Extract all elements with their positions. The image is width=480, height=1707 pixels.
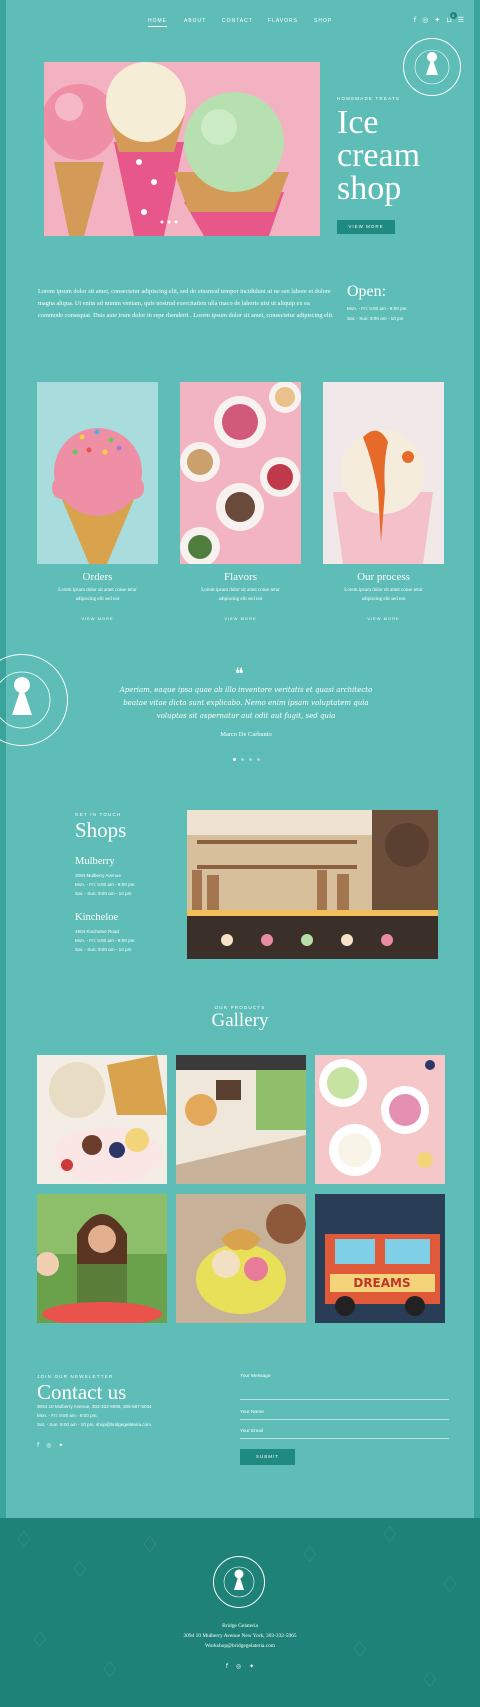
orders-card-text: Lorem ipsum dolor sit amet conse tetur a… [58,588,137,602]
flavors-image [180,382,301,564]
process-view-more-link[interactable]: View more [323,616,444,621]
submit-button[interactable]: Submit [240,1449,295,1465]
page-frame: Home About Contact Flavors Shop f ◎ ✦ ⊔ 0… [0,0,474,1518]
contact-subtitle: Join our newsletter [37,1374,114,1379]
twitter-icon[interactable]: ✦ [249,1663,254,1670]
gallery-image[interactable]: DREAMS [315,1194,445,1323]
footer-email[interactable]: Workshop@bridgegelateria.com [0,1642,480,1651]
open-hours-weekend: Sat. - Sun: 9:00 am - 10 pm [347,316,404,321]
quote-icon: ❝ [235,666,244,683]
shop-kincheloe-hours: Mon. - Fri: 9:00 am - 8:00 pm [75,938,135,943]
message-field[interactable]: Your Message [240,1374,271,1379]
contact-info-line: Sat. - Sun: 9:00 am - 10 pm, shop@bridge… [37,1422,151,1427]
contact-title: Contact us [37,1380,127,1404]
email-field[interactable]: Your Email [240,1429,263,1434]
footer-social-links: f ◎ ✦ [0,1663,480,1670]
twitter-icon[interactable]: ✦ [434,16,440,24]
facebook-icon[interactable]: f [37,1442,39,1449]
shops-subtitle: Get in touch [75,812,122,817]
brand-seal [403,38,461,96]
ice-cream-doodle: ♢ [420,1668,440,1693]
pagination-dot[interactable] [249,758,252,761]
orders-view-more-link[interactable]: View more [37,616,158,621]
contact-info-line: 3094 10 Mulberry Avenue, 303-332-5965, 3… [37,1404,152,1409]
ice-cream-doodle: ♢ [14,1528,34,1553]
svg-text:DREAMS: DREAMS [353,1276,410,1290]
ice-cream-doodle: ♢ [70,1558,90,1583]
ice-cream-doodle: ♢ [140,1533,160,1558]
flavors-view-more-link[interactable]: View more [180,616,301,621]
process-card-title: Our process [357,571,410,583]
pagination-dot[interactable] [233,758,236,761]
gallery-image[interactable] [315,1055,445,1184]
gallery-image[interactable] [176,1194,306,1323]
open-hours-weekday: Mon. - Fri: 9:00 am - 8:00 pm [347,306,407,311]
email-field-underline [240,1438,449,1439]
side-brand-seal [0,654,68,746]
gallery-image[interactable] [37,1194,167,1323]
shop-kincheloe-hours: Sat. - Sun: 9:00 am - 10 pm [75,947,132,952]
gallery-title: Gallery [211,1010,269,1031]
intro-text: Lorem ipsum dolor sit amet, consectetur … [38,288,334,319]
footer: ♢ ♢ ♢ ♢ ♢ ♢ ♢ ♢ ♢ ♢ [0,1518,480,1707]
footer-brand-seal [213,1556,265,1608]
footer-address: 3094 10 Mulberry Avenue New York, 303-33… [183,1633,297,1639]
nav-shop[interactable]: Shop [314,18,332,24]
process-image [323,382,444,564]
facebook-icon[interactable]: f [414,16,416,24]
hero-subtitle: Homemade treats [337,96,401,101]
instagram-icon[interactable]: ◎ [422,16,428,24]
process-card-text: Lorem ipsum dolor sit amet conse tetur a… [344,588,423,602]
contact-info-line: Mon. - Fri: 9:00 am - 8:00 pm, [37,1413,98,1418]
shop-mulberry-name: Mulberry [75,856,115,867]
ice-cream-doodle: ♢ [100,1658,120,1683]
flavors-card-title: Flavors [224,571,257,583]
hero-view-more-button[interactable]: View more [337,220,395,234]
shop-interior-image [187,810,438,959]
nav-home[interactable]: Home [148,18,167,27]
instagram-icon[interactable]: ◎ [236,1663,241,1670]
shops-title: Shops [75,818,127,842]
nav-about[interactable]: About [184,18,206,24]
ice-cream-doodle: ♢ [440,1573,460,1598]
hero-image [44,62,320,236]
side-brand-seal-graphic [0,671,51,729]
instagram-icon[interactable]: ◎ [46,1442,51,1449]
gallery-image[interactable] [176,1055,306,1184]
name-field[interactable]: Your Name [240,1410,264,1415]
flavors-card-text: Lorem ipsum dolor sit amet conse tetur a… [201,588,280,602]
nav-flavors[interactable]: Flavors [268,18,298,24]
orders-image [37,382,158,564]
shop-mulberry-address: 2094 Mulberry Avenue [75,873,121,878]
brand-seal-graphic [414,49,450,85]
shop-kincheloe-address: 4904 Kincheloe Road [75,929,119,934]
twitter-icon[interactable]: ✦ [58,1442,63,1449]
gallery-image[interactable] [37,1055,167,1184]
contact-social-links: f ◎ ✦ [37,1442,63,1449]
footer-brand-seal-graphic [223,1566,255,1598]
orders-card-title: Orders [82,571,113,583]
open-hours-title: Open: [347,283,387,300]
testimonial-quote: Aperiam, eaque ipsa quae ab illo invento… [119,686,373,720]
pagination-dot[interactable] [257,758,260,761]
shop-kincheloe-name: Kincheloe [75,912,119,923]
nav-contact[interactable]: Contact [222,18,253,24]
facebook-icon[interactable]: f [226,1663,228,1670]
ice-cream-doodle: ♢ [380,1523,400,1548]
ice-cream-doodle: ♢ [300,1543,320,1568]
shop-mulberry-hours: Sat. - Sun: 9:00 am - 10 pm [75,891,132,896]
testimonial-pagination [233,758,260,761]
name-field-underline [240,1419,449,1420]
message-field-underline [240,1399,449,1400]
main-nav: Home About Contact Flavors Shop f ◎ ✦ ⊔ 0… [6,12,474,30]
menu-icon[interactable]: ☰ [458,16,464,24]
nav-icons: f ◎ ✦ ⊔ 0 ☰ [414,12,464,24]
testimonial-author: Marco De Carbanio [220,731,272,738]
footer-company: Bridge Gelateria [222,1623,258,1629]
hero-title: Ice cream shop [337,104,421,207]
pagination-dot[interactable] [241,758,244,761]
cart-icon[interactable]: ⊔ 0 [446,12,457,24]
cart-badge: 0 [449,12,457,19]
shop-mulberry-hours: Mon. - Fri: 9:00 am - 8:00 pm [75,882,135,887]
